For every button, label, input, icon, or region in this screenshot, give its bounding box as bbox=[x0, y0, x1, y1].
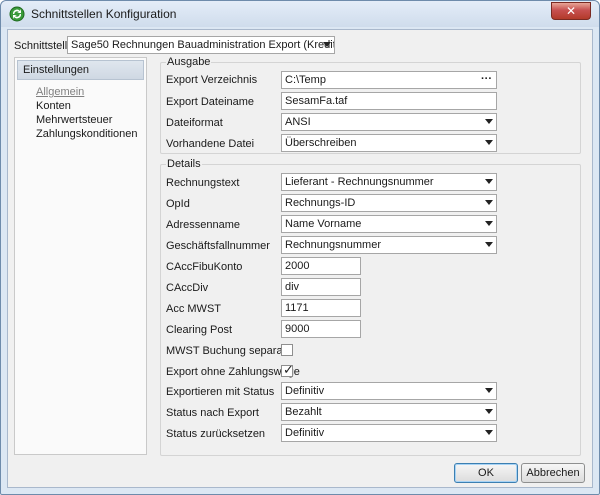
export-no-payment-checkbox[interactable]: ✓ bbox=[281, 362, 294, 377]
settings-nav-header[interactable]: Einstellungen bbox=[17, 60, 144, 80]
op-id-value: Rechnungs-ID bbox=[285, 197, 356, 209]
ausgabe-title: Ausgabe bbox=[166, 56, 212, 68]
cacc-div-label: CAccDiv bbox=[166, 282, 209, 294]
dialog-content: Schnittstelle Sage50 Rechnungen Bauadmin… bbox=[7, 29, 593, 488]
nav-item-zahlungskonditionen[interactable]: Zahlungskonditionen bbox=[36, 128, 138, 140]
address-name-label: Adressenname bbox=[166, 219, 240, 231]
chevron-down-icon bbox=[485, 430, 493, 435]
chevron-down-icon bbox=[485, 119, 493, 124]
status-after-select[interactable]: Bezahlt bbox=[281, 403, 497, 421]
mwst-separate-label: MWST Buchung separat bbox=[166, 345, 286, 357]
cacc-div-input[interactable]: div bbox=[281, 278, 361, 296]
export-status-select[interactable]: Definitiv bbox=[281, 382, 497, 400]
export-file-label: Export Dateiname bbox=[166, 96, 255, 108]
export-dir-input[interactable]: C:\Temp ··· bbox=[281, 71, 497, 89]
export-no-payment-label: Export ohne Zahlungswege bbox=[166, 366, 300, 378]
cacc-fibu-label: CAccFibuKonto bbox=[166, 261, 243, 273]
chevron-down-icon bbox=[485, 388, 493, 393]
window-title: Schnittstellen Konfiguration bbox=[31, 7, 177, 21]
export-dir-value: C:\Temp bbox=[285, 74, 326, 86]
invoice-text-label: Rechnungstext bbox=[166, 177, 240, 189]
cacc-div-value: div bbox=[285, 281, 300, 293]
ok-button[interactable]: OK bbox=[454, 463, 518, 483]
details-title: Details bbox=[166, 158, 202, 170]
acc-mwst-input[interactable]: 1171 bbox=[281, 299, 361, 317]
clearing-post-label: Clearing Post bbox=[166, 324, 233, 336]
export-dir-label: Export Verzeichnis bbox=[166, 74, 258, 86]
chevron-down-icon bbox=[323, 42, 331, 47]
invoice-text-select[interactable]: Lieferant - Rechnungsnummer bbox=[281, 173, 497, 191]
acc-mwst-label: Acc MWST bbox=[166, 303, 221, 315]
case-number-value: Rechnungsnummer bbox=[285, 239, 381, 251]
export-status-value: Definitiv bbox=[285, 385, 325, 397]
settings-nav-panel: Einstellungen Allgemein Konten Mehrwerts… bbox=[14, 57, 147, 455]
file-format-label: Dateiformat bbox=[166, 117, 223, 129]
case-number-select[interactable]: Rechnungsnummer bbox=[281, 236, 497, 254]
chevron-down-icon bbox=[485, 200, 493, 205]
interface-label: Schnittstelle bbox=[14, 40, 74, 52]
cancel-button[interactable]: Abbrechen bbox=[521, 463, 585, 483]
nav-item-allgemein[interactable]: Allgemein bbox=[36, 86, 84, 98]
chevron-down-icon bbox=[485, 179, 493, 184]
export-file-value: SesamFa.taf bbox=[285, 95, 348, 107]
acc-mwst-value: 1171 bbox=[285, 302, 309, 314]
app-icon bbox=[9, 6, 25, 22]
status-after-value: Bezahlt bbox=[285, 406, 322, 418]
mwst-separate-checkbox[interactable] bbox=[281, 344, 293, 356]
file-format-select[interactable]: ANSI bbox=[281, 113, 497, 131]
clearing-post-value: 9000 bbox=[285, 323, 310, 335]
export-status-label: Exportieren mit Status bbox=[166, 386, 275, 398]
chevron-down-icon bbox=[485, 140, 493, 145]
interface-select[interactable]: Sage50 Rechnungen Bauadministration Expo… bbox=[67, 36, 335, 54]
existing-file-select[interactable]: Überschreiben bbox=[281, 134, 497, 152]
export-file-input[interactable]: SesamFa.taf bbox=[281, 92, 497, 110]
cacc-fibu-value: 2000 bbox=[285, 260, 310, 272]
status-reset-select[interactable]: Definitiv bbox=[281, 424, 497, 442]
existing-file-label: Vorhandene Datei bbox=[166, 138, 255, 150]
address-name-value: Name Vorname bbox=[285, 218, 362, 230]
status-reset-value: Definitiv bbox=[285, 427, 325, 439]
chevron-down-icon bbox=[485, 221, 493, 226]
address-name-select[interactable]: Name Vorname bbox=[281, 215, 497, 233]
status-reset-label: Status zurücksetzen bbox=[166, 428, 266, 440]
op-id-select[interactable]: Rechnungs-ID bbox=[281, 194, 497, 212]
dialog-window: Schnittstellen Konfiguration ✕ Schnittst… bbox=[0, 0, 600, 495]
close-icon: ✕ bbox=[565, 4, 577, 18]
nav-item-mehrwertsteuer[interactable]: Mehrwertsteuer bbox=[36, 114, 112, 126]
chevron-down-icon bbox=[485, 409, 493, 414]
interface-select-value: Sage50 Rechnungen Bauadministration Expo… bbox=[71, 39, 335, 51]
title-bar[interactable]: Schnittstellen Konfiguration ✕ bbox=[1, 1, 599, 27]
status-after-label: Status nach Export bbox=[166, 407, 259, 419]
existing-file-value: Überschreiben bbox=[285, 137, 357, 149]
close-button[interactable]: ✕ bbox=[551, 2, 591, 20]
clearing-post-input[interactable]: 9000 bbox=[281, 320, 361, 338]
op-id-label: OpId bbox=[166, 198, 190, 210]
browse-icon[interactable]: ··· bbox=[481, 72, 492, 87]
file-format-value: ANSI bbox=[285, 116, 311, 128]
cacc-fibu-input[interactable]: 2000 bbox=[281, 257, 361, 275]
case-number-label: Geschäftsfallnummer bbox=[166, 240, 270, 252]
invoice-text-value: Lieferant - Rechnungsnummer bbox=[285, 176, 434, 188]
chevron-down-icon bbox=[485, 242, 493, 247]
nav-item-konten[interactable]: Konten bbox=[36, 100, 71, 112]
check-icon: ✓ bbox=[283, 362, 294, 377]
